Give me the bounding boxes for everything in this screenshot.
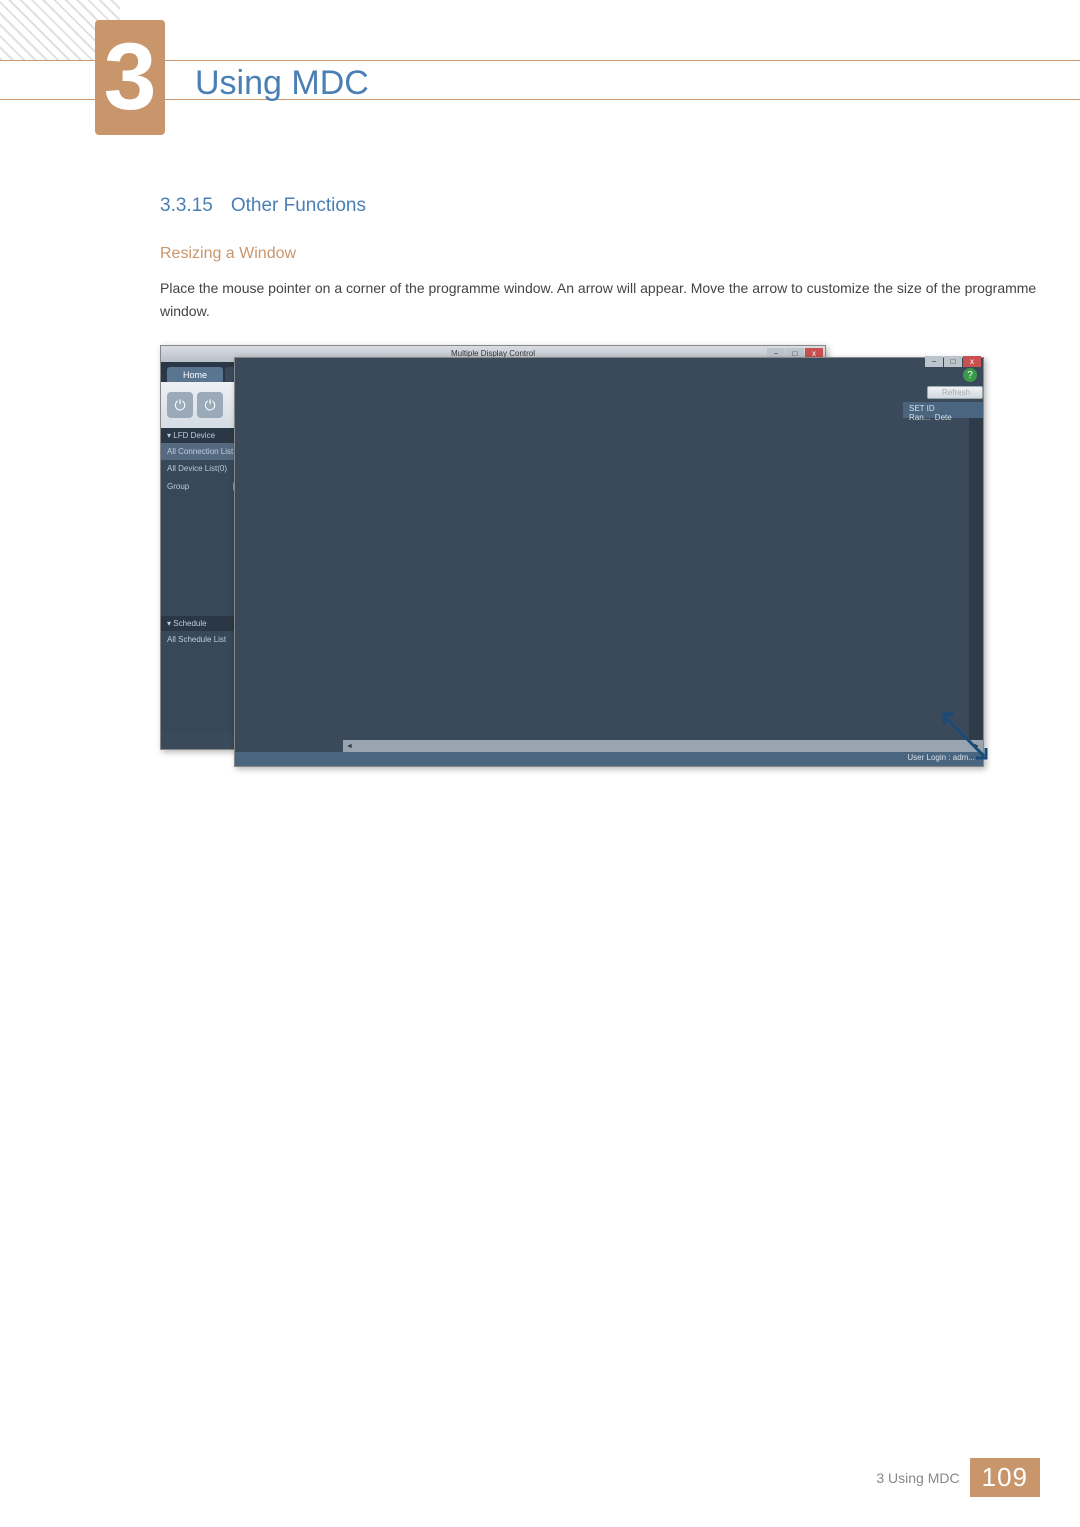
footer-text: 3 Using MDC <box>876 1470 959 1486</box>
page-number: 109 <box>970 1458 1040 1497</box>
page-footer: 3 Using MDC 109 <box>876 1458 1040 1497</box>
close-button[interactable]: x <box>963 356 981 367</box>
screenshot-figure: Multiple Display Control − □ x ? Home Pi… <box>160 345 990 780</box>
minimize-button[interactable]: − <box>925 356 943 367</box>
subsection-title: Resizing a Window <box>160 245 1040 263</box>
status-bar-front: User Login : adm... <box>235 752 983 766</box>
group-label: Group <box>167 482 189 491</box>
mdc-window-front: − □ x ? SET ID Ran... Dete Refresh User … <box>234 357 984 767</box>
exposed-strip <box>969 402 983 750</box>
tab-home[interactable]: Home <box>167 367 223 382</box>
section-heading: 3.3.15 Other Functions <box>160 195 1040 217</box>
chapter-number-badge: 3 <box>95 20 165 135</box>
power-on-icon[interactable]: ⏻ <box>167 392 193 418</box>
horizontal-scrollbar-front[interactable] <box>343 740 983 752</box>
chapter-title: Using MDC <box>195 64 369 103</box>
help-icon[interactable]: ? <box>963 368 977 382</box>
resize-arrow-annotation <box>936 708 996 768</box>
content-area: 3.3.15Other Functions Resizing a Window … <box>160 195 1040 780</box>
maximize-button[interactable]: □ <box>944 356 962 367</box>
power-off-icon[interactable]: ⏻ <box>197 392 223 418</box>
section-title: Other Functions <box>231 195 366 216</box>
titlebar-front: − □ x <box>235 358 983 362</box>
body-paragraph: Place the mouse pointer on a corner of t… <box>160 277 1040 323</box>
section-number: 3.3.15 <box>160 195 213 217</box>
refresh-button-front[interactable]: Refresh <box>927 386 983 399</box>
col-setid-front[interactable]: SET ID Ran... Dete <box>903 402 983 418</box>
